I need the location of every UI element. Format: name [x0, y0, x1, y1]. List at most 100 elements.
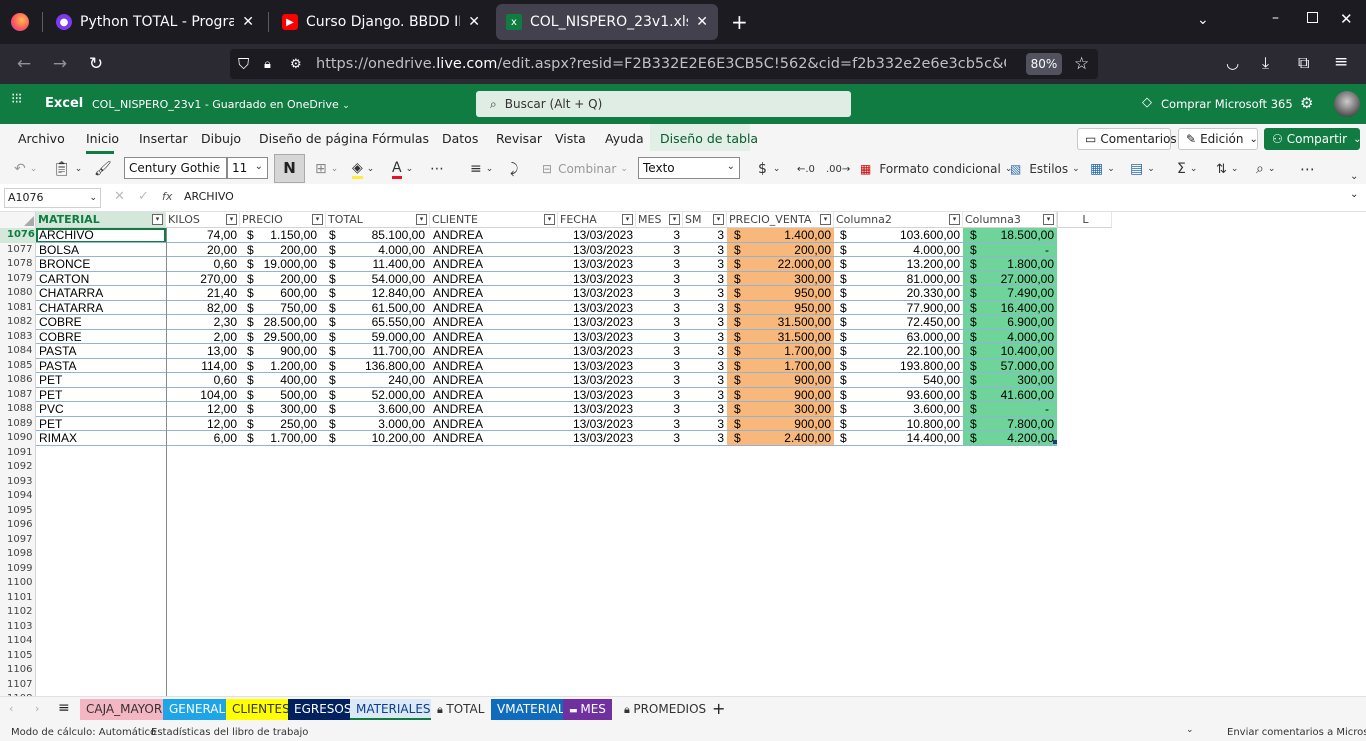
- tab-inicio[interactable]: Inicio: [86, 131, 119, 146]
- cell-cliente[interactable]: ANDREA: [430, 228, 558, 243]
- sheet-tab-caja_mayor[interactable]: CAJA_MAYOR: [80, 699, 169, 720]
- cell-cliente[interactable]: ANDREA: [430, 301, 558, 316]
- find-icon[interactable]: ⌕ ⌄: [1256, 159, 1275, 179]
- borders-icon[interactable]: ⊞ ⌄: [315, 159, 338, 179]
- app-menu-icon[interactable]: ≡: [1334, 52, 1348, 72]
- tab-diseno-pagina[interactable]: Diseño de página: [259, 131, 368, 146]
- sheet-tab-mes[interactable]: ▬ MES: [563, 699, 612, 720]
- cell-mes[interactable]: 3: [636, 388, 683, 403]
- cell-columna3[interactable]: 6.900,00: [980, 315, 1057, 330]
- font-color-icon[interactable]: A ⌄: [392, 159, 413, 179]
- cell-kilos[interactable]: 104,00: [166, 388, 240, 403]
- feedback-link[interactable]: Enviar comentarios a Microsoft: [1227, 727, 1366, 738]
- cell-material[interactable]: PASTA: [36, 359, 166, 374]
- cell-columna3[interactable]: 7.490,00: [980, 286, 1057, 301]
- decrease-decimal-icon[interactable]: .00→: [826, 159, 850, 179]
- cell-cliente[interactable]: ANDREA: [430, 243, 558, 258]
- column-header-sm[interactable]: SM ▾: [683, 212, 727, 228]
- cell-kilos[interactable]: 21,40: [166, 286, 240, 301]
- app-launcher-icon[interactable]: ⁝⁝⁝: [11, 92, 22, 106]
- browser-tab-excel[interactable]: x COL_NISPERO_23v1.xlsx ✕: [496, 4, 718, 40]
- cell-precio[interactable]: 200,00: [256, 243, 320, 258]
- cell-precio[interactable]: 600,00: [256, 286, 320, 301]
- row-number[interactable]: 1096: [0, 518, 36, 533]
- cell-mes[interactable]: 3: [636, 228, 683, 243]
- cell-columna2[interactable]: 63.000,00: [851, 330, 963, 345]
- cell-sm[interactable]: 3: [683, 359, 727, 374]
- cell-columna3[interactable]: 4.200,00: [980, 431, 1057, 446]
- column-header-precio[interactable]: PRECIO ▾: [240, 212, 326, 228]
- cell-fecha[interactable]: 13/03/2023: [558, 228, 636, 243]
- cancel-icon[interactable]: ✕: [114, 189, 125, 204]
- cell-columna3[interactable]: 10.400,00: [980, 344, 1057, 359]
- row-number[interactable]: 1083: [0, 330, 36, 345]
- bookmark-star-icon[interactable]: ☆: [1074, 54, 1089, 74]
- cell-precio[interactable]: 29.500,00: [256, 330, 320, 345]
- formula-input[interactable]: ARCHIVO: [184, 190, 1334, 203]
- format-cells-icon[interactable]: ▤ ⌄: [1130, 159, 1155, 179]
- cell-total[interactable]: 12.840,00: [340, 286, 428, 301]
- cell-precio[interactable]: 28.500,00: [256, 315, 320, 330]
- close-tab-icon[interactable]: ✕: [242, 14, 254, 30]
- close-tab-icon[interactable]: ✕: [468, 14, 480, 30]
- cell-fecha[interactable]: 13/03/2023: [558, 286, 636, 301]
- cell-columna3[interactable]: 18.500,00: [980, 228, 1057, 243]
- cell-precio[interactable]: 750,00: [256, 301, 320, 316]
- cell-precio-venta[interactable]: 1.700,00: [745, 344, 834, 359]
- filter-dropdown-icon[interactable]: ▾: [949, 214, 960, 225]
- cell-precio-venta[interactable]: 22.000,00: [745, 257, 834, 272]
- cell-sm[interactable]: 3: [683, 344, 727, 359]
- cell-columna2[interactable]: 81.000,00: [851, 272, 963, 287]
- cell-cliente[interactable]: ANDREA: [430, 431, 558, 446]
- cell-mes[interactable]: 3: [636, 286, 683, 301]
- browser-tab-python-total[interactable]: ● Python TOTAL - Programa ✕: [46, 4, 264, 40]
- column-header-mes[interactable]: MES ▾: [636, 212, 683, 228]
- column-header-l[interactable]: L: [1057, 212, 1112, 228]
- cell-mes[interactable]: 3: [636, 402, 683, 417]
- cell-columna2[interactable]: 4.000,00: [851, 243, 963, 258]
- sheet-tab-total[interactable]: 🔒︎ TOTAL: [431, 699, 491, 720]
- add-sheet-button[interactable]: +: [712, 699, 725, 718]
- tab-diseno-tabla[interactable]: Diseño de tabla: [660, 131, 758, 146]
- sheet-tab-materiales[interactable]: MATERIALES: [350, 699, 437, 720]
- spreadsheet-grid[interactable]: 1076 1077 1078 1079 1080 1081 1082 1083 1084 1085…: [0, 212, 1366, 696]
- filter-dropdown-icon[interactable]: ▾: [312, 214, 323, 225]
- cell-mes[interactable]: 3: [636, 243, 683, 258]
- row-number[interactable]: 1103: [0, 620, 36, 635]
- filter-dropdown-icon[interactable]: ▾: [622, 214, 633, 225]
- cell-columna2[interactable]: 93.600,00: [851, 388, 963, 403]
- cell-fecha[interactable]: 13/03/2023: [558, 344, 636, 359]
- cell-fecha[interactable]: 13/03/2023: [558, 330, 636, 345]
- column-header-total[interactable]: TOTAL ▾: [326, 212, 430, 228]
- insert-cells-icon[interactable]: ▦ ⌄: [1090, 159, 1115, 179]
- cell-precio-venta[interactable]: 2.400,00: [745, 431, 834, 446]
- font-size-select[interactable]: 11 ⌄: [227, 157, 268, 179]
- cell-cliente[interactable]: ANDREA: [430, 417, 558, 432]
- cell-columna3[interactable]: 41.600,00: [980, 388, 1057, 403]
- cell-kilos[interactable]: 12,00: [166, 417, 240, 432]
- tab-revisar[interactable]: Revisar: [496, 131, 542, 146]
- filter-dropdown-icon[interactable]: ▾: [1043, 214, 1054, 225]
- cell-precio-venta[interactable]: 1.400,00: [745, 228, 834, 243]
- styles-button[interactable]: ▧ Estilos ⌄: [1010, 159, 1080, 179]
- cell-precio-venta[interactable]: 200,00: [745, 243, 834, 258]
- cell-kilos[interactable]: 82,00: [166, 301, 240, 316]
- close-tab-icon[interactable]: ✕: [696, 14, 708, 30]
- pocket-icon[interactable]: ◡: [1226, 54, 1239, 72]
- cell-total[interactable]: 61.500,00: [340, 301, 428, 316]
- cell-kilos[interactable]: 114,00: [166, 359, 240, 374]
- cell-sm[interactable]: 3: [683, 373, 727, 388]
- cell-precio[interactable]: 250,00: [256, 417, 320, 432]
- cell-precio-venta[interactable]: 900,00: [745, 417, 834, 432]
- row-number[interactable]: 1077: [0, 243, 36, 258]
- more-options-icon[interactable]: ⋯: [1300, 159, 1315, 179]
- row-number[interactable]: 1078: [0, 257, 36, 272]
- cell-precio[interactable]: 1.150,00: [256, 228, 320, 243]
- row-number[interactable]: 1105: [0, 649, 36, 664]
- cell-precio-venta[interactable]: 31.500,00: [745, 315, 834, 330]
- cell-kilos[interactable]: 13,00: [166, 344, 240, 359]
- zoom-level-badge[interactable]: 80%: [1026, 53, 1062, 75]
- sheet-tab-general[interactable]: GENERAL: [163, 699, 232, 720]
- expand-formula-icon[interactable]: ⌄: [1350, 189, 1358, 200]
- cell-mes[interactable]: 3: [636, 315, 683, 330]
